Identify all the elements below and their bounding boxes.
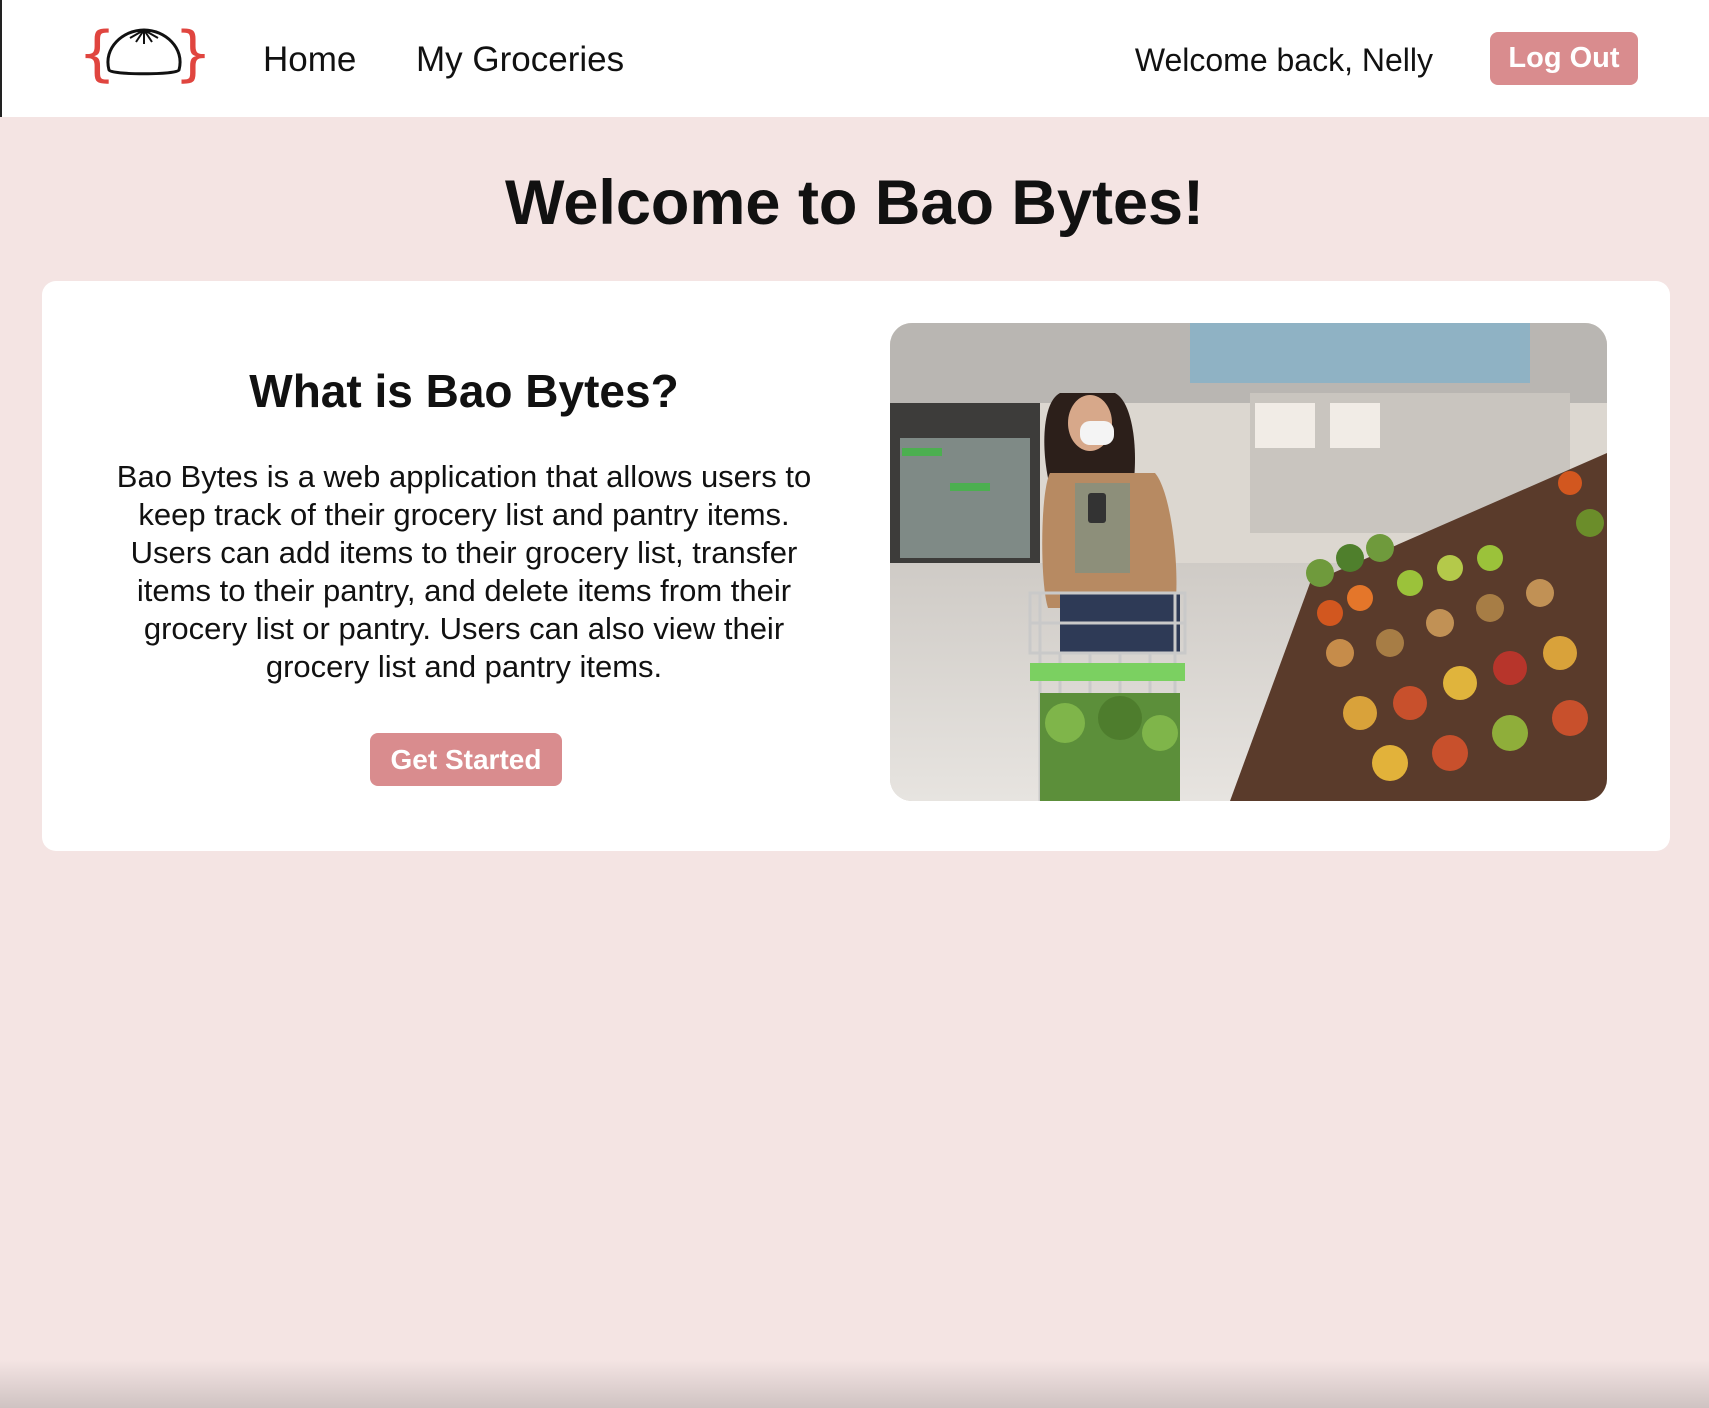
bao-logo-icon[interactable]: { }	[78, 18, 212, 90]
grocery-shopper-image	[890, 323, 1607, 801]
nav-link-home[interactable]: Home	[263, 38, 356, 82]
bottom-shadow	[0, 1360, 1709, 1408]
nav-link-my-groceries[interactable]: My Groceries	[416, 38, 624, 82]
welcome-user-text: Welcome back, Nelly	[1134, 42, 1433, 78]
logout-button[interactable]: Log Out	[1490, 32, 1638, 85]
intro-card: What is Bao Bytes? Bao Bytes is a web ap…	[42, 281, 1670, 851]
get-started-button[interactable]: Get Started	[370, 733, 562, 786]
intro-description: Bao Bytes is a web application that allo…	[116, 459, 812, 684]
page-title: Welcome to Bao Bytes!	[505, 168, 1204, 238]
navbar: { } Home My Groceries Welcome back, Nell…	[0, 0, 1709, 117]
intro-heading: What is Bao Bytes?	[249, 365, 679, 417]
intro-text-panel: What is Bao Bytes? Bao Bytes is a web ap…	[42, 281, 886, 851]
